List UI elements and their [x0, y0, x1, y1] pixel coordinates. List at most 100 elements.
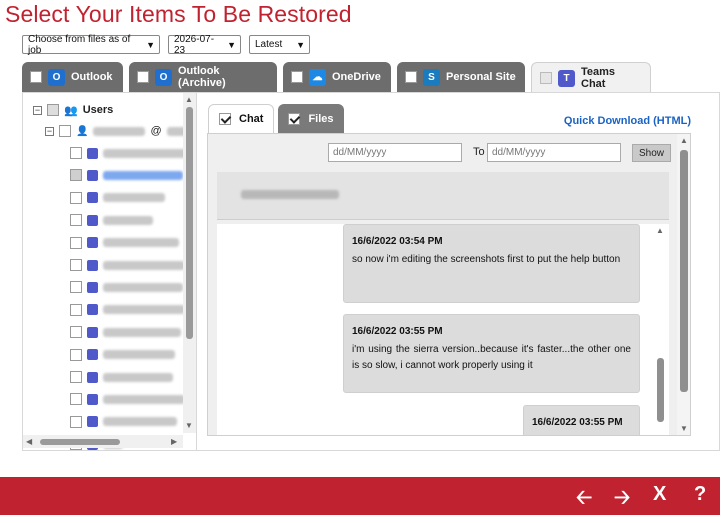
tab-teams-chat-label: Teams Chat — [581, 66, 616, 90]
outlook-archive-icon: O — [155, 68, 172, 86]
tree-vertical-scrollbar[interactable]: ▲ ▼ — [183, 93, 196, 433]
scroll-up-icon[interactable]: ▲ — [185, 95, 193, 104]
collapse-icon[interactable]: − — [33, 105, 42, 115]
chat-item-name-redacted — [103, 260, 185, 270]
teams-chat-icon — [87, 326, 98, 338]
chat-item-checkbox[interactable] — [70, 303, 82, 316]
tree-chat-item[interactable] — [70, 324, 181, 340]
personal-site-checkbox[interactable] — [405, 71, 417, 83]
chat-participants-redacted — [241, 190, 339, 199]
sharepoint-icon: S — [423, 68, 440, 86]
version-select[interactable]: Latest ▼ — [249, 35, 310, 54]
chat-item-checkbox[interactable] — [70, 169, 82, 182]
help-icon[interactable]: ? — [694, 483, 706, 506]
tree-chat-item[interactable] — [70, 279, 183, 295]
collapse-icon[interactable]: − — [45, 126, 54, 136]
scroll-left-icon[interactable]: ◀ — [26, 437, 32, 446]
chat-item-checkbox[interactable] — [70, 415, 82, 428]
teams-chat-icon — [87, 393, 98, 405]
user-checkbox[interactable] — [59, 125, 71, 137]
chat-item-name-redacted — [103, 394, 185, 404]
tab-onedrive[interactable]: ☁ OneDrive — [283, 62, 391, 92]
scroll-right-icon[interactable]: ▶ — [171, 437, 177, 446]
chat-item-checkbox[interactable] — [70, 393, 82, 406]
tree-chat-item[interactable] — [70, 145, 189, 161]
chat-item-checkbox[interactable] — [70, 147, 82, 159]
user-tree: − 👥 Users − 👤 @ ▲ ▼ ◀ ▶ — [23, 93, 197, 451]
message-timestamp: 16/6/2022 03:55 PM — [532, 417, 623, 428]
teams-chat-checkbox[interactable] — [540, 72, 552, 84]
chat-item-checkbox[interactable] — [70, 348, 82, 361]
close-icon[interactable]: X — [653, 483, 666, 506]
chat-item-checkbox[interactable] — [70, 281, 82, 294]
tab-files[interactable]: Files — [278, 104, 344, 133]
tab-personal-site[interactable]: S Personal Site — [397, 62, 525, 92]
chat-item-checkbox[interactable] — [70, 214, 82, 227]
chat-item-name-redacted — [103, 215, 153, 225]
onedrive-icon: ☁ — [309, 68, 326, 86]
onedrive-checkbox[interactable] — [291, 71, 303, 83]
scroll-down-icon[interactable]: ▼ — [680, 424, 688, 433]
tree-hscroll-thumb[interactable] — [40, 439, 120, 445]
tree-chat-item[interactable] — [70, 302, 185, 318]
tree-user-node[interactable]: − 👤 @ — [45, 123, 196, 139]
chat-item-name-redacted — [103, 282, 183, 292]
tab-teams-chat[interactable]: T Teams Chat — [531, 62, 651, 93]
tree-root-users[interactable]: − 👥 Users — [33, 102, 113, 118]
tree-chat-item[interactable] — [70, 167, 183, 183]
chat-area: Chat Files Quick Download (HTML) dd/MM/y… — [207, 103, 691, 436]
tree-chat-item[interactable] — [70, 257, 185, 273]
quick-download-link[interactable]: Quick Download (HTML) — [564, 115, 691, 127]
back-arrow-icon[interactable]: 🡠 — [576, 483, 592, 517]
chat-item-name-redacted — [103, 417, 177, 427]
tree-chat-item[interactable] — [70, 212, 153, 228]
tab-outlook[interactable]: O Outlook — [22, 62, 123, 92]
tab-outlook-archive[interactable]: O Outlook (Archive) — [129, 62, 277, 92]
job-mode-select[interactable]: Choose from files as of job ▼ — [22, 34, 160, 56]
chat-item-checkbox[interactable] — [70, 371, 82, 383]
tree-chat-item[interactable] — [70, 391, 185, 407]
chevron-down-icon: ▼ — [146, 39, 155, 50]
tab-files-label: Files — [308, 112, 334, 125]
chat-item-checkbox[interactable] — [70, 236, 82, 249]
users-checkbox[interactable] — [47, 104, 59, 116]
next-arrow-icon[interactable]: 🡢 — [614, 483, 630, 517]
teams-chat-icon — [87, 416, 98, 428]
content-panel: − 👥 Users − 👤 @ ▲ ▼ ◀ ▶ Chat Files Quick… — [22, 92, 720, 451]
chat-scroll-thumb[interactable] — [680, 150, 688, 392]
scroll-down-icon[interactable]: ▼ — [185, 421, 193, 430]
tree-chat-item[interactable] — [70, 235, 179, 251]
chat-subtabs: Chat Files — [208, 104, 344, 133]
to-date-input[interactable]: dd/MM/yyyy — [487, 143, 621, 162]
tree-chat-item[interactable] — [70, 414, 177, 430]
message-text: i'm using the sierra version..because it… — [352, 344, 631, 371]
chat-item-name-redacted — [103, 170, 183, 180]
chat-item-checkbox[interactable] — [70, 326, 82, 339]
date-select[interactable]: 2026-07-23 ▼ — [168, 34, 241, 56]
tab-outlook-label: Outlook — [71, 71, 113, 83]
messages-scroll-thumb[interactable] — [657, 358, 664, 422]
messages-scrollbar[interactable]: ▲ — [653, 224, 667, 435]
tree-scroll-thumb[interactable] — [186, 107, 193, 339]
tree-chat-item[interactable] — [70, 190, 165, 206]
chat-item-checkbox[interactable] — [70, 191, 82, 204]
from-date-input[interactable]: dd/MM/yyyy — [328, 143, 462, 162]
users-label: Users — [82, 104, 114, 116]
chat-item-checkbox[interactable] — [70, 259, 82, 271]
tab-chat[interactable]: Chat — [208, 104, 275, 133]
chat-checkbox[interactable] — [219, 113, 231, 125]
message-bubble: 16/6/2022 03:55 PM — [523, 405, 640, 435]
outlook-archive-checkbox[interactable] — [137, 71, 149, 83]
scroll-up-icon[interactable]: ▲ — [680, 136, 688, 145]
tree-chat-item[interactable] — [70, 347, 175, 363]
chat-outer-scrollbar[interactable]: ▲ ▼ — [677, 134, 690, 435]
outlook-checkbox[interactable] — [30, 71, 42, 83]
teams-chat-icon — [87, 281, 98, 293]
chevron-down-icon: ▼ — [227, 39, 236, 50]
tree-horizontal-scrollbar[interactable]: ◀ ▶ — [23, 435, 183, 448]
tree-chat-item[interactable] — [70, 369, 173, 385]
show-button[interactable]: Show — [632, 144, 672, 162]
scroll-up-icon[interactable]: ▲ — [656, 226, 664, 235]
teams-chat-icon — [87, 349, 98, 361]
files-checkbox[interactable] — [288, 112, 301, 125]
